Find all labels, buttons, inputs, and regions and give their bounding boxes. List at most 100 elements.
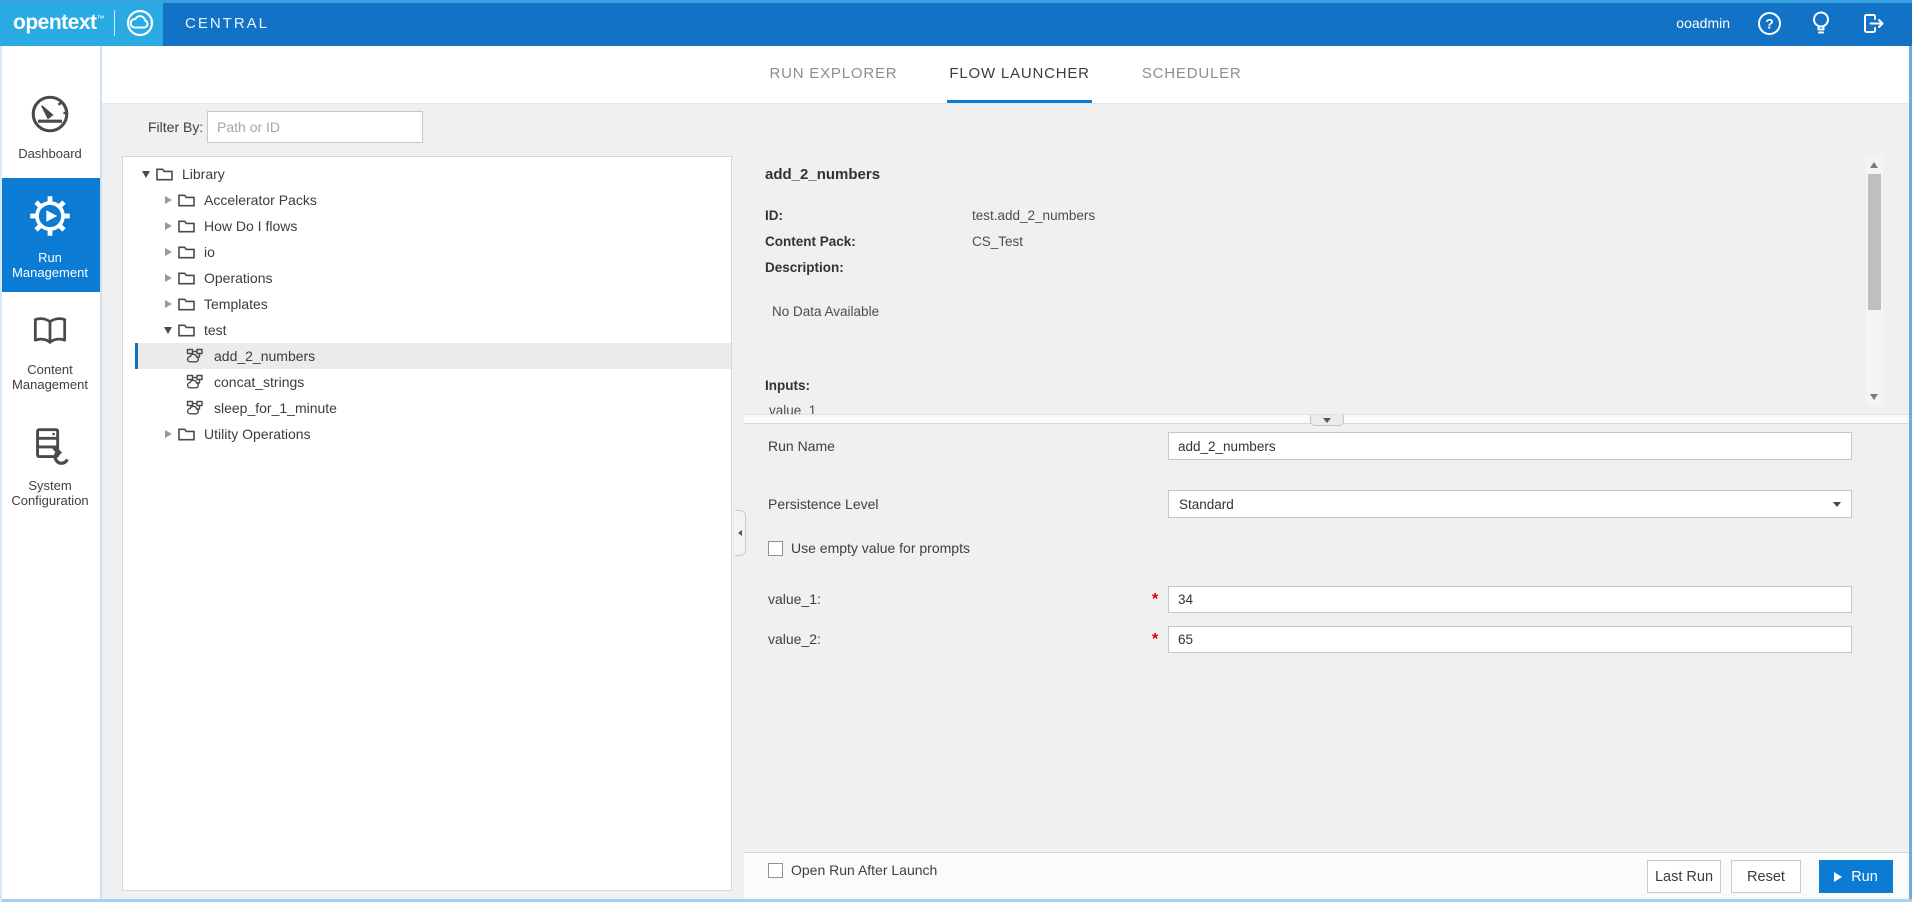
dropdown-arrow-icon bbox=[1833, 502, 1841, 507]
flow-title: add_2_numbers bbox=[765, 166, 880, 183]
tree-item-how-do-i-flows[interactable]: How Do I flows bbox=[135, 213, 731, 239]
chevron-down-icon bbox=[1323, 418, 1331, 423]
tree-item-io[interactable]: io bbox=[135, 239, 731, 265]
tree-item-utility-operations[interactable]: Utility Operations bbox=[135, 421, 731, 447]
folder-icon bbox=[178, 245, 195, 259]
description-label: Description: bbox=[765, 260, 844, 275]
expand-arrow-icon[interactable] bbox=[160, 222, 176, 230]
brand-logo-block: opentext™ bbox=[0, 0, 163, 46]
logo-separator bbox=[114, 10, 115, 36]
app-header: opentext™ CENTRAL ooadmin ? bbox=[0, 0, 1912, 46]
folder-icon bbox=[178, 323, 195, 337]
folder-icon bbox=[178, 427, 195, 441]
open-run-after-launch-checkbox[interactable] bbox=[768, 863, 783, 878]
persistence-level-select[interactable]: Standard bbox=[1168, 490, 1852, 518]
run-name-label: Run Name bbox=[768, 432, 835, 460]
scrollbar-thumb[interactable] bbox=[1868, 174, 1881, 310]
scroll-up-arrow-icon[interactable] bbox=[1870, 162, 1878, 168]
required-asterisk: * bbox=[1152, 591, 1164, 609]
inputs-label: Inputs: bbox=[765, 378, 810, 393]
flow-details-pane: add_2_numbers ID: test.add_2_numbers Con… bbox=[750, 156, 1860, 414]
folder-icon bbox=[178, 193, 195, 207]
window-edge bbox=[0, 46, 2, 902]
use-empty-value-checkbox[interactable] bbox=[768, 541, 783, 556]
value-1-label: value_1: bbox=[768, 586, 821, 613]
id-value: test.add_2_numbers bbox=[972, 208, 1095, 223]
opentext-logo: opentext™ bbox=[13, 11, 104, 35]
tree-item-sleep-for-1-minute[interactable]: sleep_for_1_minute bbox=[135, 395, 731, 421]
tree-item-add-2-numbers[interactable]: add_2_numbers bbox=[135, 343, 731, 369]
expand-arrow-icon[interactable] bbox=[160, 430, 176, 438]
collapse-arrow-icon[interactable] bbox=[138, 171, 154, 178]
first-input-name: value_1 bbox=[769, 403, 816, 414]
required-asterisk: * bbox=[1152, 631, 1164, 649]
content-pack-value: CS_Test bbox=[972, 234, 1023, 249]
system-configuration-server-wrench-icon bbox=[27, 423, 73, 469]
tab-scheduler[interactable]: SCHEDULER bbox=[1140, 46, 1244, 103]
folder-icon bbox=[178, 297, 195, 311]
content-pack-label: Content Pack: bbox=[765, 234, 856, 249]
use-empty-value-label: Use empty value for prompts bbox=[791, 540, 970, 556]
sidebar-item-label: Dashboard bbox=[18, 146, 82, 161]
sidebar-item-system-configuration[interactable]: System Configuration bbox=[0, 406, 100, 524]
expand-arrow-icon[interactable] bbox=[160, 274, 176, 282]
lightbulb-icon[interactable] bbox=[1809, 10, 1833, 36]
sidebar-item-run-management[interactable]: Run Management bbox=[0, 178, 100, 292]
filter-input[interactable] bbox=[207, 111, 423, 143]
sidebar-item-label: System Configuration bbox=[3, 478, 97, 508]
sidebar: Dashboard Run Management Content Managem… bbox=[0, 46, 102, 902]
sidebar-item-dashboard[interactable]: Dashboard bbox=[0, 74, 100, 178]
tree-item-operations[interactable]: Operations bbox=[135, 265, 731, 291]
content-management-book-icon bbox=[27, 309, 73, 353]
details-scrollbar[interactable] bbox=[1866, 156, 1883, 406]
tree-item-test[interactable]: test bbox=[135, 317, 731, 343]
filter-by-label: Filter By: bbox=[148, 112, 203, 143]
run-name-input[interactable] bbox=[1168, 432, 1852, 460]
oo-cloud-logo-icon bbox=[125, 8, 155, 38]
tree-item-library[interactable]: Library bbox=[135, 161, 731, 187]
expand-arrow-icon[interactable] bbox=[160, 248, 176, 256]
run-management-gear-play-icon bbox=[25, 191, 75, 241]
expand-arrow-icon[interactable] bbox=[160, 300, 176, 308]
scroll-down-arrow-icon[interactable] bbox=[1870, 394, 1878, 400]
chevron-left-icon bbox=[738, 530, 742, 536]
persistence-level-value: Standard bbox=[1179, 497, 1234, 512]
persistence-level-label: Persistence Level bbox=[768, 490, 879, 518]
no-data-text: No Data Available bbox=[772, 304, 879, 319]
flow-library-tree: Library Accelerator Packs How Do I flows… bbox=[122, 156, 732, 891]
tree-item-concat-strings[interactable]: concat_strings bbox=[135, 369, 731, 395]
splitter-collapse-handle[interactable] bbox=[1310, 415, 1344, 426]
tab-flow-launcher[interactable]: FLOW LAUNCHER bbox=[947, 46, 1091, 103]
logout-icon[interactable] bbox=[1860, 11, 1886, 36]
sidebar-item-label: Run Management bbox=[3, 250, 97, 280]
folder-icon bbox=[156, 167, 173, 181]
last-run-button[interactable]: Last Run bbox=[1647, 860, 1721, 893]
collapse-arrow-icon[interactable] bbox=[160, 327, 176, 334]
panel-collapse-handle[interactable] bbox=[735, 510, 746, 556]
tree-item-accelerator-packs[interactable]: Accelerator Packs bbox=[135, 187, 731, 213]
id-label: ID: bbox=[765, 208, 783, 223]
reset-button[interactable]: Reset bbox=[1731, 860, 1801, 893]
run-button[interactable]: Run bbox=[1819, 860, 1893, 893]
sidebar-item-label: Content Management bbox=[3, 362, 97, 392]
tab-strip: RUN EXPLORER FLOW LAUNCHER SCHEDULER bbox=[102, 46, 1909, 104]
tab-run-explorer[interactable]: RUN EXPLORER bbox=[767, 46, 899, 103]
open-run-after-launch-label: Open Run After Launch bbox=[791, 862, 937, 878]
dashboard-gauge-icon bbox=[27, 91, 73, 137]
help-icon[interactable]: ? bbox=[1757, 11, 1782, 36]
folder-icon bbox=[178, 271, 195, 285]
play-icon bbox=[1834, 872, 1842, 882]
app-title: CENTRAL bbox=[185, 15, 269, 32]
svg-text:?: ? bbox=[1765, 15, 1774, 31]
folder-icon bbox=[178, 219, 195, 233]
value-1-input[interactable] bbox=[1168, 586, 1852, 613]
sidebar-item-content-management[interactable]: Content Management bbox=[0, 294, 100, 406]
flow-icon bbox=[186, 400, 205, 416]
flow-icon bbox=[186, 374, 205, 390]
flow-icon bbox=[186, 348, 205, 364]
tree-item-templates[interactable]: Templates bbox=[135, 291, 731, 317]
value-2-input[interactable] bbox=[1168, 626, 1852, 653]
expand-arrow-icon[interactable] bbox=[160, 196, 176, 204]
value-2-label: value_2: bbox=[768, 626, 821, 653]
username: ooadmin bbox=[1676, 15, 1730, 31]
